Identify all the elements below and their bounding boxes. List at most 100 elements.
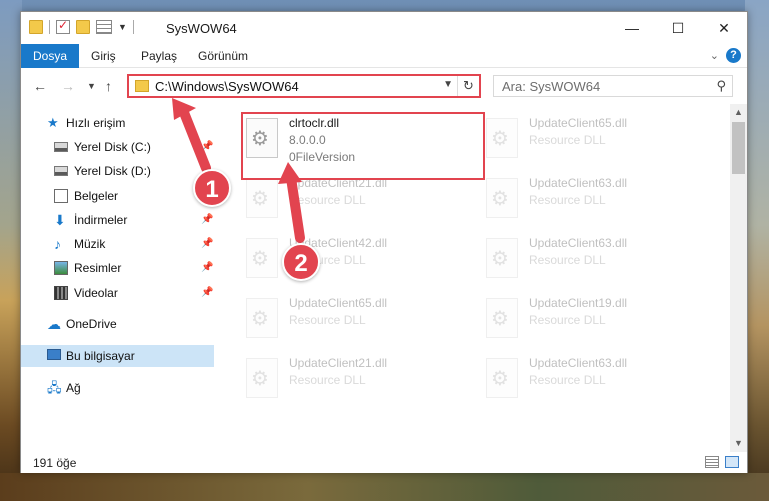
expand-ribbon-icon[interactable]: ⌄ [710,49,719,62]
nav-item-onedrive[interactable]: ☁ OneDrive [21,313,214,335]
close-button[interactable]: ✕ [701,12,747,44]
address-bar[interactable]: C:\Windows\SysWOW64 ▼ ↻ [127,74,481,98]
pin-icon[interactable]: 📌 [201,257,213,279]
pin-icon[interactable]: 📌 [201,209,213,231]
nav-label: Videolar [74,286,118,300]
dll-file-icon [486,298,518,338]
dll-file-icon [246,178,278,218]
file-tile[interactable]: UpdateClient65.dll Resource DLL [243,296,463,354]
folder-icon [135,80,149,92]
highlight-box-file [241,112,485,180]
scroll-thumb[interactable] [732,122,745,174]
nav-item-downloads[interactable]: ⬇ İndirmeler 📌 [21,209,214,231]
new-folder-icon[interactable] [76,20,90,34]
recent-locations-icon[interactable]: ▼ [87,81,96,91]
desktop-wallpaper-right [745,0,769,501]
nav-label: Yerel Disk (C:) [74,140,151,154]
tab-dosya[interactable]: Dosya [21,44,80,68]
title-bar[interactable]: ▼ SysWOW64 — ☐ ✕ [21,12,747,44]
network-icon: 🖧 [47,380,62,395]
scroll-up-icon[interactable]: ▲ [730,104,747,121]
nav-item-pictures[interactable]: Resimler 📌 [21,257,214,279]
step-badge-1: 1 [193,169,231,207]
scroll-down-icon[interactable]: ▼ [730,435,747,452]
view-properties-icon[interactable] [96,20,112,34]
file-type: Resource DLL [529,313,606,327]
search-placeholder: Ara: SysWOW64 [502,79,601,94]
maximize-button[interactable]: ☐ [655,12,701,44]
nav-label: Yerel Disk (D:) [74,164,151,178]
star-icon: ★ [47,115,59,130]
nav-label: Ağ [66,381,81,395]
address-row: ← → ▼ ↑ C:\Windows\SysWOW64 ▼ ↻ Ara: Sys… [21,69,747,103]
file-tile[interactable]: UpdateClient63.dll Resource DLL [483,356,703,414]
minimize-button[interactable]: — [609,12,655,44]
document-icon [54,189,68,203]
vertical-scrollbar[interactable]: ▲ ▼ [730,104,747,452]
dll-file-icon [246,298,278,338]
item-count: 191 öğe [33,456,77,470]
file-type: Resource DLL [529,373,606,387]
file-tile[interactable]: UpdateClient65.dll Resource DLL [483,116,703,174]
file-name: UpdateClient19.dll [529,296,628,310]
tab-gorunum[interactable]: Görünüm [186,44,260,68]
file-tile[interactable]: UpdateClient63.dll Resource DLL [483,176,703,234]
file-explorer-window: ▼ SysWOW64 — ☐ ✕ Dosya Giriş Paylaş Görü… [20,11,748,473]
ribbon-tabs: Dosya Giriş Paylaş Görünüm ⌄ ? [21,44,747,68]
file-tile[interactable]: UpdateClient21.dll Resource DLL [243,176,463,234]
nav-label: Hızlı erişim [66,116,126,130]
properties-check-icon[interactable] [56,18,70,34]
pin-icon[interactable]: 📌 [201,282,213,304]
details-view-icon[interactable] [705,456,719,468]
up-arrow-icon[interactable]: ↑ [105,78,112,94]
nav-label: Müzik [74,237,106,251]
chevron-down-icon[interactable]: ▼ [443,79,453,90]
file-tile[interactable]: UpdateClient19.dll Resource DLL [483,296,703,354]
file-name: UpdateClient63.dll [529,356,628,370]
back-arrow-icon[interactable]: ← [33,78,47,94]
tab-giris[interactable]: Giriş [79,44,128,68]
nav-item-music[interactable]: ♪ Müzik 📌 [21,233,214,255]
nav-label: İndirmeler [74,213,128,227]
pin-icon[interactable]: 📌 [201,233,213,255]
nav-item-network[interactable]: 🖧 Ağ [21,377,214,399]
tab-paylas[interactable]: Paylaş [129,44,189,68]
drive-icon [54,166,68,176]
download-icon: ⬇ [54,212,66,228]
file-type: Resource DLL [529,253,606,267]
chevron-down-icon[interactable]: ▼ [118,22,127,32]
refresh-icon[interactable]: ↻ [457,76,479,96]
file-tile[interactable]: UpdateClient42.dll Resource DLL [243,236,463,294]
dll-file-icon [246,238,278,278]
nav-item-videos[interactable]: Videolar 📌 [21,282,214,304]
window-title: SysWOW64 [166,21,237,36]
address-path[interactable]: C:\Windows\SysWOW64 [155,79,299,94]
navigation-pane: ★ Hızlı erişim Yerel Disk (C:) 📌 Yerel D… [21,104,214,452]
nav-item-documents[interactable]: Belgeler [21,185,214,207]
nav-label: OneDrive [66,317,117,331]
status-bar: 191 öğe [21,452,747,473]
nav-item-drive-c[interactable]: Yerel Disk (C:) 📌 [21,136,214,158]
nav-label: Resimler [74,261,122,275]
toolbar-divider [132,20,134,34]
drive-icon [54,142,68,152]
forward-arrow-icon[interactable]: → [61,78,75,94]
file-tile[interactable]: UpdateClient63.dll Resource DLL [483,236,703,294]
nav-item-this-pc[interactable]: Bu bilgisayar [21,345,214,367]
nav-item-quick-access[interactable]: ★ Hızlı erişim [21,112,214,134]
search-input[interactable]: Ara: SysWOW64 ⚲ [493,75,733,97]
nav-item-drive-d[interactable]: Yerel Disk (D:) [21,160,214,182]
file-name: UpdateClient21.dll [289,356,388,370]
help-icon[interactable]: ? [726,48,741,63]
pictures-icon [54,261,68,275]
file-tile[interactable]: UpdateClient21.dll Resource DLL [243,356,463,414]
search-icon[interactable]: ⚲ [716,78,726,94]
file-type: Resource DLL [529,133,606,147]
tiles-view-icon[interactable] [725,456,739,468]
nav-label: Bu bilgisayar [66,349,135,363]
file-name: UpdateClient65.dll [529,116,628,130]
pin-icon[interactable]: 📌 [201,136,213,158]
file-type: Resource DLL [289,373,366,387]
cloud-icon: ☁ [47,316,61,332]
desktop-wallpaper-bottom [0,473,769,501]
